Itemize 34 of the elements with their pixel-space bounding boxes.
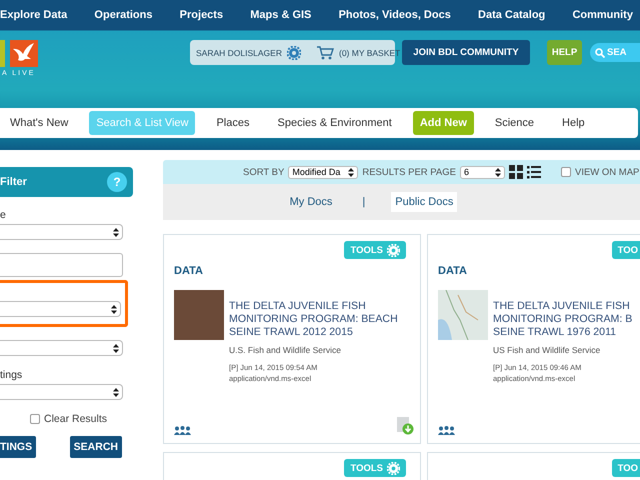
top-nav-link[interactable]: Operations [94, 9, 152, 21]
publisher-text: U.S. Fish and Wildlife Service [229, 345, 342, 355]
top-nav-link[interactable]: Maps & GIS [250, 9, 312, 21]
publisher-text: US Fish and Wildlife Service [493, 345, 602, 355]
section-tab[interactable]: What's New [3, 111, 76, 135]
docs-tab[interactable]: Public Docs [391, 192, 458, 212]
clear-results-checkbox[interactable]: Clear Results [30, 413, 133, 425]
join-community-button[interactable]: JOIN BDL COMMUNITY [402, 40, 530, 65]
top-nav-link[interactable]: Community [572, 9, 633, 21]
field-label: tings [0, 369, 24, 381]
per-page-dropdown[interactable]: 6 [460, 166, 505, 178]
tab-separator: | [362, 196, 366, 208]
document-title[interactable]: THE DELTA JUVENILE FISH MONITORING PROGRAM: BEACH SEINE TRAWL 2012 2015 [229, 300, 398, 339]
filter-button[interactable]: TINGS [0, 436, 36, 458]
view-on-map-checkbox[interactable]: VIEW ON MAP [560, 166, 640, 178]
sort-label: SORT BY [243, 166, 284, 178]
filter-button[interactable]: SEARCH [70, 436, 122, 458]
docs-tab[interactable]: My Docs [286, 192, 336, 212]
top-nav-link[interactable]: Explore Data [0, 9, 68, 21]
card-category: DATA [438, 265, 468, 277]
sort-dropdown[interactable]: Modified Da [288, 166, 358, 178]
section-tab[interactable]: Help [555, 111, 592, 135]
user-name[interactable]: SARAH DOLISLAGER [196, 48, 282, 58]
top-nav-link[interactable]: Data Catalog [478, 9, 546, 21]
section-tab[interactable]: Places [209, 111, 256, 135]
card-category: DATA [174, 265, 204, 277]
top-nav-link[interactable]: Projects [180, 9, 224, 21]
section-tab[interactable]: Species & Environment [270, 111, 399, 135]
per-page-label: RESULTS PER PAGE [362, 166, 456, 178]
top-nav-link[interactable]: Photos, Videos, Docs [338, 9, 451, 21]
field-label: e [0, 209, 7, 221]
section-tab[interactable]: Science [488, 111, 542, 135]
document-title[interactable]: THE DELTA JUVENILE FISH MONITORING PROGRAM: B SEINE TRAWL 1976 2011 [493, 300, 632, 339]
filter-title: Filter [0, 176, 27, 188]
